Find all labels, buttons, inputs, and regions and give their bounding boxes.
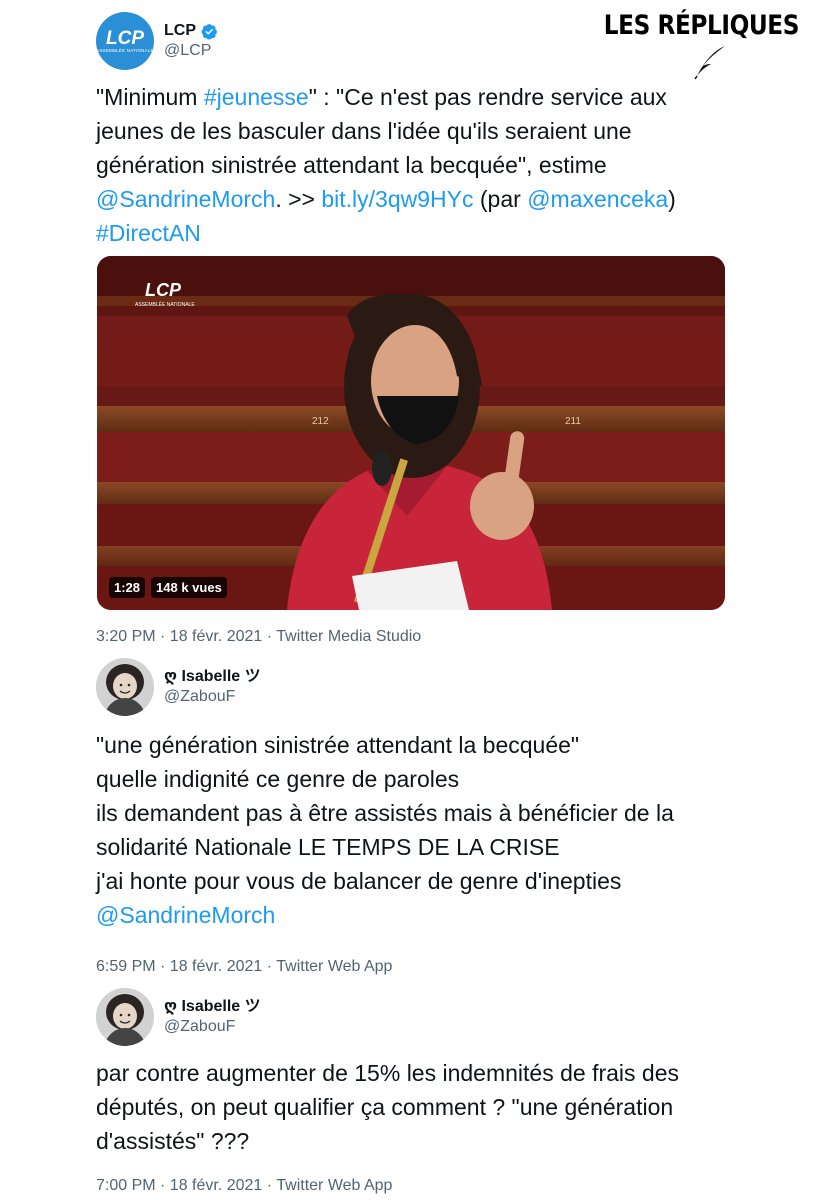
avatar-photo xyxy=(96,658,154,716)
tweet-text-segment: d'assistés" ??? xyxy=(96,1128,250,1154)
tweet-meta[interactable]: 6:59 PM · 18 févr. 2021 · Twitter Web Ap… xyxy=(96,958,736,976)
video-frame: 212 211 LCP ASSEMBLÉE NATIONALE xyxy=(97,256,725,610)
tweet-isabelle-1: ღ Isabelle ツ @ZabouF xyxy=(96,658,736,716)
tweet-text-line: j'ai honte pour vous de balancer de genr… xyxy=(96,864,736,898)
display-name[interactable]: LCP xyxy=(164,21,196,41)
tweet-text-segment: j'ai honte pour vous de balancer de genr… xyxy=(96,868,622,894)
tweet-text-segment: solidarité Nationale LE TEMPS DE LA CRIS… xyxy=(96,834,560,860)
user-handle[interactable]: @ZabouF xyxy=(164,687,261,707)
channel-logo-subtext: ASSEMBLÉE NATIONALE xyxy=(135,301,195,308)
tweet-text-segment: . >> xyxy=(275,186,322,212)
tweet-text-line: génération sinistrée attendant la becqué… xyxy=(96,148,736,182)
tweet-text-segment: députés, on peut qualifier ça comment ? … xyxy=(96,1094,674,1120)
tweet-link[interactable]: @maxenceka xyxy=(527,186,668,212)
user-handle[interactable]: @LCP xyxy=(164,41,218,61)
tweet-text-segment: quelle indignité ce genre de paroles xyxy=(96,766,460,792)
video-duration: 1:28 xyxy=(109,576,146,598)
tweet-lcp: LCP ASSEMBLÉE NATIONALE LCP @LCP xyxy=(96,12,736,70)
tweet-link[interactable]: #jeunesse xyxy=(204,84,309,110)
tweet-text-line: @SandrineMorch. >> bit.ly/3qw9HYc (par @… xyxy=(96,182,736,216)
avatar-photo xyxy=(96,988,154,1046)
tweet-link[interactable]: @SandrineMorch xyxy=(96,186,275,212)
tweet-text-line: solidarité Nationale LE TEMPS DE LA CRIS… xyxy=(96,830,736,864)
tweet-text-segment: "une génération sinistrée attendant la b… xyxy=(96,732,580,758)
display-name[interactable]: ღ Isabelle ツ xyxy=(164,997,261,1017)
tweet-text: "Minimum #jeunesse" : "Ce n'est pas rend… xyxy=(96,80,736,250)
tweet-text-line: "Minimum #jeunesse" : "Ce n'est pas rend… xyxy=(96,80,736,114)
user-handle[interactable]: @ZabouF xyxy=(164,1017,261,1037)
tweet-meta[interactable]: 7:00 PM · 18 févr. 2021 · Twitter Web Ap… xyxy=(96,1177,736,1195)
avatar[interactable] xyxy=(96,658,154,716)
tweet-text-segment: génération sinistrée attendant la becqué… xyxy=(96,152,607,178)
display-name[interactable]: ღ Isabelle ツ xyxy=(164,667,261,687)
tweet-text-line: députés, on peut qualifier ça comment ? … xyxy=(96,1090,736,1124)
tweet-text-line: ils demandent pas à être assistés mais à… xyxy=(96,796,736,830)
avatar[interactable] xyxy=(96,988,154,1046)
tweet-text-segment: ) xyxy=(668,186,676,212)
video-badges: 1:28 148 k vues xyxy=(109,576,227,598)
tweet-text-line: jeunes de les basculer dans l'idée qu'il… xyxy=(96,114,736,148)
tweet-text-line: quelle indignité ce genre de paroles xyxy=(96,762,736,796)
tweet-text: "une génération sinistrée attendant la b… xyxy=(96,728,736,932)
tweet-text-line: #DirectAN xyxy=(96,216,736,250)
tweet-text-line: d'assistés" ??? xyxy=(96,1124,736,1158)
seat-number-right: 211 xyxy=(565,416,581,427)
avatar-logo-subtext: ASSEMBLÉE NATIONALE xyxy=(96,47,154,53)
tweet-text-line: "une génération sinistrée attendant la b… xyxy=(96,728,736,762)
tweet-text-segment: "Minimum xyxy=(96,84,204,110)
video-views: 148 k vues xyxy=(151,576,227,598)
tweet-text-segment: par contre augmenter de 15% les indemnit… xyxy=(96,1060,679,1086)
tweet-isabelle-2: ღ Isabelle ツ @ZabouF xyxy=(96,988,736,1046)
tweet-link[interactable]: @SandrineMorch xyxy=(96,902,275,928)
channel-logo-text: LCP xyxy=(145,280,182,300)
tweet-text-line: par contre augmenter de 15% les indemnit… xyxy=(96,1056,736,1090)
tweet-header: LCP ASSEMBLÉE NATIONALE LCP @LCP xyxy=(96,12,736,70)
seat-number-left: 212 xyxy=(312,416,329,427)
tweet-text-segment: jeunes de les basculer dans l'idée qu'il… xyxy=(96,118,632,144)
video-player[interactable]: 212 211 LCP ASSEMBLÉE NATIONALE 1:28 148… xyxy=(97,256,725,610)
verified-badge-icon xyxy=(201,23,217,40)
tweet-text-line: @SandrineMorch xyxy=(96,898,736,932)
tweet-header: ღ Isabelle ツ @ZabouF xyxy=(96,658,736,716)
avatar[interactable]: LCP ASSEMBLÉE NATIONALE xyxy=(96,12,154,70)
tweet-link[interactable]: #DirectAN xyxy=(96,220,201,246)
tweet-text-segment: (par xyxy=(473,186,528,212)
tweet-link[interactable]: bit.ly/3qw9HYc xyxy=(321,186,473,212)
tweet-meta[interactable]: 3:20 PM · 18 févr. 2021 · Twitter Media … xyxy=(96,628,736,646)
tweet-text: par contre augmenter de 15% les indemnit… xyxy=(96,1056,736,1158)
tweet-header: ღ Isabelle ツ @ZabouF xyxy=(96,988,736,1046)
tweet-text-segment: " : "Ce n'est pas rendre service aux xyxy=(308,84,667,110)
tweet-text-segment: ils demandent pas à être assistés mais à… xyxy=(96,800,674,826)
avatar-logo-text: LCP xyxy=(106,27,144,49)
